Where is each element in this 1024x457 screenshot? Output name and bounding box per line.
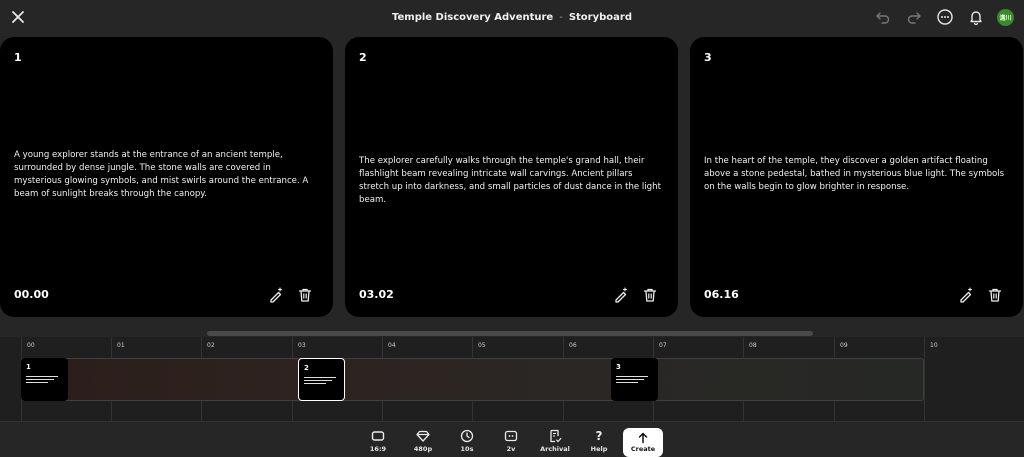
scene-number: 3 <box>704 51 712 64</box>
tick-label: 00 <box>27 342 35 349</box>
scene-description: A young explorer stands at the entrance … <box>14 150 309 199</box>
edit-scene-button[interactable] <box>613 287 629 303</box>
timeline-tick: 10 <box>924 337 938 421</box>
redo-button[interactable] <box>904 7 924 27</box>
view-subtitle: Storyboard <box>568 11 632 23</box>
app-header: Temple Discovery Adventure - Storyboard <box>0 0 1024 34</box>
header-actions: 溝川 <box>873 7 1014 27</box>
aspect-ratio-icon <box>371 429 385 443</box>
tick-label: 04 <box>388 342 396 349</box>
timeline-clip-2[interactable]: 2 <box>298 358 345 401</box>
archive-document-icon <box>548 429 562 443</box>
notifications-button[interactable] <box>966 7 986 27</box>
more-horizontal-icon <box>937 9 953 25</box>
quality-button[interactable]: 480p <box>410 426 436 456</box>
trash-icon <box>643 288 657 302</box>
clip-number: 1 <box>26 363 31 371</box>
scene-actions <box>613 287 658 303</box>
archival-label: Archival <box>540 445 570 453</box>
clip-number: 2 <box>304 364 309 372</box>
page-title: Temple Discovery Adventure - Storyboard <box>392 12 632 23</box>
trash-icon <box>988 288 1002 302</box>
avatar[interactable]: 溝川 <box>997 8 1014 26</box>
scene-number: 2 <box>359 51 367 64</box>
scene-card-1[interactable]: 1 A young explorer stands at the entranc… <box>0 37 333 317</box>
clip-text-lines-icon <box>26 376 58 385</box>
close-icon <box>12 11 24 23</box>
timeline-track[interactable] <box>21 358 924 401</box>
scene-timestamp: 03.02 <box>359 288 394 301</box>
quality-label: 480p <box>413 445 433 453</box>
cards-scrollbar-thumb[interactable] <box>207 331 813 336</box>
delete-scene-button[interactable] <box>297 287 313 303</box>
arrow-up-icon <box>638 432 648 444</box>
scene-card-3[interactable]: 3 In the heart of the temple, they disco… <box>690 37 1023 317</box>
tick-label: 03 <box>298 342 306 349</box>
tick-label: 06 <box>569 342 577 349</box>
project-title: Temple Discovery Adventure <box>392 11 554 23</box>
edit-scene-button[interactable] <box>958 287 974 303</box>
magic-edit-icon <box>270 287 283 303</box>
scene-timestamp: 00.00 <box>14 288 49 301</box>
edit-scene-button[interactable] <box>268 287 284 303</box>
tick-label: 01 <box>117 342 125 349</box>
clip-text-lines-icon <box>616 376 648 385</box>
redo-icon <box>907 12 921 24</box>
duration-button[interactable]: 10s <box>455 426 479 456</box>
scene-number: 1 <box>14 51 22 64</box>
tick-label: 09 <box>840 342 848 349</box>
tick-label: 02 <box>207 342 215 349</box>
variations-button[interactable]: 2v <box>499 426 523 456</box>
clip-text-lines-icon <box>304 377 336 386</box>
timeline-clip-3[interactable]: 3 <box>611 358 658 401</box>
magic-edit-icon <box>960 287 973 303</box>
help-button[interactable]: ? Help <box>588 426 610 456</box>
diamond-icon <box>416 429 430 443</box>
scene-card-2[interactable]: 2 The explorer carefully walks through t… <box>345 37 678 317</box>
variations-icon <box>504 429 518 443</box>
aspect-ratio-button[interactable]: 16:9 <box>366 426 390 456</box>
create-label: Create <box>630 445 656 453</box>
tick-label: 08 <box>749 342 757 349</box>
question-mark-icon: ? <box>595 429 603 443</box>
tick-label: 05 <box>478 342 486 349</box>
scene-timestamp: 06.16 <box>704 288 739 301</box>
more-options-button[interactable] <box>935 7 955 27</box>
clip-number: 3 <box>616 363 621 371</box>
magic-edit-icon <box>615 287 628 303</box>
duration-label: 10s <box>460 445 474 453</box>
bell-icon <box>970 11 982 25</box>
scene-description: The explorer carefully walks through the… <box>359 156 661 205</box>
tick-label: 07 <box>659 342 667 349</box>
timeline-clip-1[interactable]: 1 <box>21 358 68 401</box>
delete-scene-button[interactable] <box>987 287 1003 303</box>
undo-button[interactable] <box>873 7 893 27</box>
close-button[interactable] <box>9 8 27 26</box>
bottom-toolbar: 16:9 480p 10s 2v Archival ? Help Create <box>0 421 1024 457</box>
title-separator: - <box>559 11 563 23</box>
timeline[interactable]: 00 01 02 03 04 05 06 07 08 09 10 1 2 3 <box>0 337 1024 421</box>
delete-scene-button[interactable] <box>642 287 658 303</box>
clock-icon <box>460 429 474 443</box>
trash-icon <box>298 288 312 302</box>
create-button[interactable]: Create <box>623 428 663 457</box>
scene-actions <box>268 287 313 303</box>
scene-cards: 1 A young explorer stands at the entranc… <box>0 37 1024 317</box>
scene-actions <box>958 287 1003 303</box>
variations-label: 2v <box>506 445 516 453</box>
scene-description: In the heart of the temple, they discove… <box>704 156 1005 192</box>
undo-icon <box>876 12 890 24</box>
tick-label: 10 <box>930 342 938 349</box>
archival-button[interactable]: Archival <box>539 426 571 456</box>
help-label: Help <box>590 445 608 453</box>
aspect-ratio-label: 16:9 <box>369 445 387 453</box>
